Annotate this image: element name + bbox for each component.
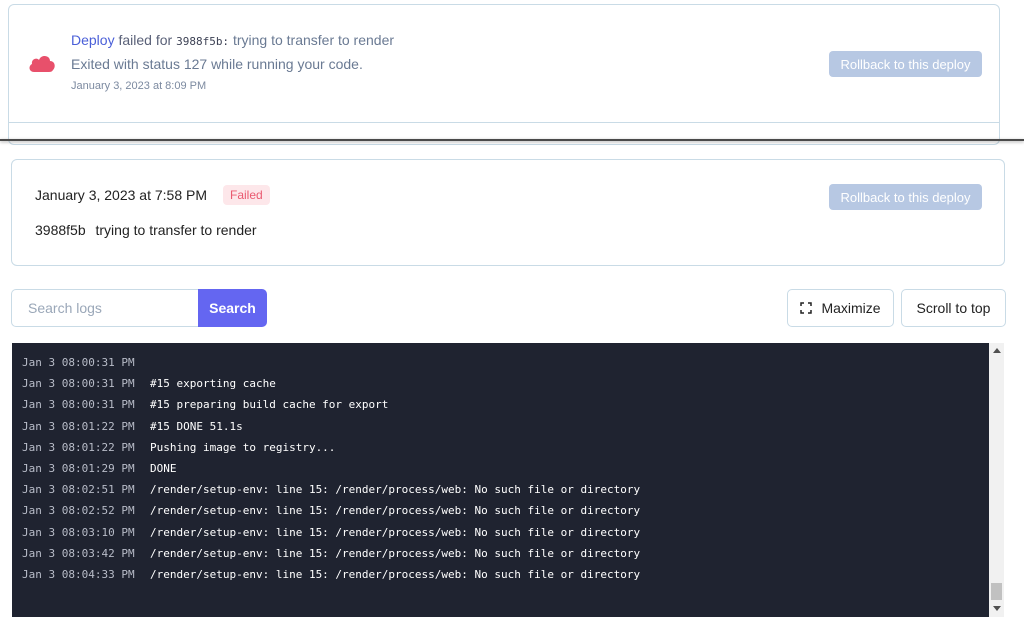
divider: [9, 122, 999, 123]
commit-message: trying to transfer to render: [95, 222, 257, 238]
search-input[interactable]: [11, 289, 199, 327]
event-commit-hash: 3988f5b:: [176, 35, 230, 48]
log-timestamp: Jan 3 08:03:10 PM: [22, 525, 135, 539]
failed-text: failed for: [118, 32, 173, 48]
event-commit-message: trying to transfer to render: [232, 32, 395, 48]
log-line: Jan 3 08:01:22 PM #15 DONE 51.1s: [22, 416, 243, 437]
event-title: Deploy failed for 3988f5b: trying to tra…: [71, 32, 394, 48]
log-line: Jan 3 08:02:52 PM/render/setup-env: line…: [22, 500, 640, 521]
log-line: Jan 3 08:01:22 PM Pushing image to regist…: [22, 437, 335, 458]
sticky-header-border: [0, 139, 1024, 141]
log-message: Pushing image to registry...: [150, 440, 336, 454]
maximize-button[interactable]: Maximize: [787, 289, 894, 327]
scroll-up-arrow-icon[interactable]: [993, 348, 1001, 353]
log-timestamp: Jan 3 08:02:51 PM: [22, 483, 135, 497]
log-panel[interactable]: Jan 3 08:00:31 PM Jan 3 08:00:31 PM #15 ex…: [12, 343, 989, 617]
commit-hash: 3988f5b: [35, 222, 86, 238]
deploy-date: January 3, 2023 at 7:58 PM: [35, 187, 207, 203]
scroll-to-top-button[interactable]: Scroll to top: [901, 289, 1006, 327]
log-line: Jan 3 08:02:51 PM/render/setup-env: line…: [22, 479, 640, 500]
log-timestamp: Jan 3 08:00:31 PM: [22, 398, 135, 412]
deploy-link[interactable]: Deploy: [71, 32, 115, 48]
maximize-icon: [800, 302, 813, 314]
search-button[interactable]: Search: [198, 289, 267, 327]
rollback-button-event[interactable]: Rollback to this deploy: [829, 51, 982, 77]
log-timestamp: Jan 3 08:03:42 PM: [22, 546, 135, 560]
deploy-commit: 3988f5b trying to transfer to render: [35, 222, 257, 238]
log-message: /render/setup-env: line 15: /render/proc…: [150, 568, 641, 581]
log-line: Jan 3 08:00:31 PM #15 preparing build cac…: [22, 394, 388, 415]
deploy-detail-card: [11, 159, 1005, 266]
rollback-button[interactable]: Rollback to this deploy: [829, 184, 982, 210]
event-timestamp: January 3, 2023 at 8:09 PM: [71, 80, 207, 92]
log-timestamp: Jan 3 08:02:52 PM: [22, 504, 135, 518]
log-line: Jan 3 08:00:31 PM: [22, 352, 150, 373]
maximize-label: Maximize: [821, 300, 881, 316]
scrollbar-thumb[interactable]: [991, 583, 1002, 600]
log-timestamp: Jan 3 08:00:31 PM: [22, 356, 135, 369]
cloud-icon: [27, 53, 57, 73]
log-line: Jan 3 08:00:31 PM #15 exporting cache: [22, 373, 276, 394]
scroll-down-arrow-icon[interactable]: [993, 606, 1001, 611]
log-timestamp: Jan 3 08:01:29 PM: [22, 462, 135, 475]
log-message: /render/setup-env: line 15: /render/proc…: [150, 546, 641, 560]
log-message: #15 preparing build cache for export: [150, 398, 389, 412]
log-line: Jan 3 08:03:42 PM/render/setup-env: line…: [22, 543, 640, 564]
log-line: Jan 3 08:04:33 PM/render/setup-env: line…: [22, 564, 640, 585]
log-line: Jan 3 08:01:29 PM DONE: [22, 458, 177, 479]
log-message: /render/setup-env: line 15: /render/proc…: [150, 483, 641, 497]
scrollbar[interactable]: [989, 343, 1004, 617]
log-timestamp: Jan 3 08:00:31 PM: [22, 377, 135, 391]
log-message: DONE: [150, 462, 177, 475]
log-timestamp: Jan 3 08:01:22 PM: [22, 440, 135, 454]
status-badge: Failed: [223, 185, 270, 205]
log-message: #15 DONE 51.1s: [150, 419, 243, 433]
log-message: /render/setup-env: line 15: /render/proc…: [150, 504, 641, 518]
log-message: /render/setup-env: line 15: /render/proc…: [150, 525, 641, 539]
event-status-message: Exited with status 127 while running you…: [71, 56, 363, 72]
log-timestamp: Jan 3 08:01:22 PM: [22, 419, 135, 433]
log-line: Jan 3 08:03:10 PM/render/setup-env: line…: [22, 522, 640, 543]
log-message: #15 exporting cache: [150, 377, 276, 391]
log-timestamp: Jan 3 08:04:33 PM: [22, 568, 135, 581]
